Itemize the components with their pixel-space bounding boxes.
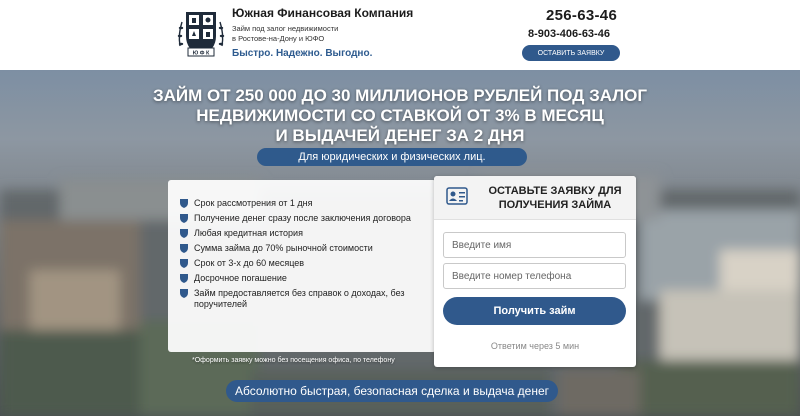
request-button[interactable]: ОСТАВИТЬ ЗАЯВКУ <box>522 45 620 61</box>
benefit-text: Срок рассмотрения от 1 дня <box>194 198 313 208</box>
benefits-card: Срок рассмотрения от 1 дня Получение ден… <box>168 180 436 352</box>
benefit-item: Займ предоставляется без справок о доход… <box>180 288 428 310</box>
shield-icon <box>180 244 188 253</box>
benefit-text: Получение денег сразу после заключения д… <box>194 213 411 223</box>
shield-icon <box>180 289 188 298</box>
headline-line-3: и выдачей денег за 2 дня <box>275 126 525 145</box>
company-name: Южная Финансовая Компания <box>232 6 414 20</box>
benefit-text: Срок от 3-х до 60 месяцев <box>194 258 305 268</box>
benefit-text: Сумма займа до 70% рыночной стоимости <box>194 243 373 253</box>
phone-input[interactable] <box>443 263 626 289</box>
request-form: ОСТАВЬТЕ ЗАЯВКУ ДЛЯ ПОЛУЧЕНИЯ ЗАЙМА Полу… <box>434 176 636 367</box>
benefit-text: Займ предоставляется без справок о доход… <box>194 288 405 309</box>
reply-note: Ответим через 5 мин <box>490 341 580 351</box>
description-line-1: Займ под залог недвижимости <box>232 24 339 33</box>
headline: Займ от 250 000 до 30 миллионов рублей п… <box>0 86 800 146</box>
phone-main[interactable]: 256-63-46 <box>546 7 617 24</box>
benefit-item: Любая кредитная история <box>180 228 428 239</box>
phone-mobile[interactable]: 8-903-406-63-46 <box>528 28 610 40</box>
shield-icon <box>180 199 188 208</box>
slogan: Быстро. Надежно. Выгодно. <box>232 48 373 59</box>
benefit-item: Срок от 3-х до 60 месяцев <box>180 258 428 269</box>
footnote: *Оформить заявку можно без посещения офи… <box>192 357 395 364</box>
svg-text:Ю Ф К: Ю Ф К <box>193 51 210 57</box>
benefit-text: Любая кредитная история <box>194 228 303 238</box>
benefit-text: Досрочное погашение <box>194 273 287 283</box>
benefit-item: Досрочное погашение <box>180 273 428 284</box>
benefit-item: Срок рассмотрения от 1 дня <box>180 198 428 209</box>
benefit-item: Получение денег сразу после заключения д… <box>180 213 428 224</box>
name-input[interactable] <box>443 232 626 258</box>
company-logo: Ю Ф К <box>177 12 225 57</box>
form-header: ОСТАВЬТЕ ЗАЯВКУ ДЛЯ ПОЛУЧЕНИЯ ЗАЙМА <box>434 176 636 220</box>
form-title-line-1: ОСТАВЬТЕ ЗАЯВКУ ДЛЯ <box>488 185 622 197</box>
form-title: ОСТАВЬТЕ ЗАЯВКУ ДЛЯ ПОЛУЧЕНИЯ ЗАЙМА <box>480 184 630 212</box>
headline-line-1: Займ от 250 000 до 30 миллионов рублей п… <box>152 86 648 105</box>
shield-icon <box>180 214 188 223</box>
bottom-banner: Абсолютно быстрая, безопасная сделка и в… <box>226 380 558 402</box>
shield-icon <box>180 229 188 238</box>
shield-icon <box>180 259 188 268</box>
submit-button[interactable]: Получить займ <box>443 297 626 325</box>
description-line-2: в Ростове-на-Дону и ЮФО <box>232 34 325 43</box>
company-description: Займ под залог недвижимости в Ростове-на… <box>232 24 382 44</box>
site-header: Ю Ф К Южная Финансовая Компания Займ под… <box>0 0 800 70</box>
audience-banner: Для юридических и физических лиц. <box>257 148 527 166</box>
benefit-item: Сумма займа до 70% рыночной стоимости <box>180 243 428 254</box>
id-card-icon <box>446 187 468 205</box>
headline-line-2: недвижимости со ставкой от 3% в месяц <box>196 106 604 125</box>
form-title-line-2: ПОЛУЧЕНИЯ ЗАЙМА <box>498 199 612 211</box>
shield-icon <box>180 274 188 283</box>
